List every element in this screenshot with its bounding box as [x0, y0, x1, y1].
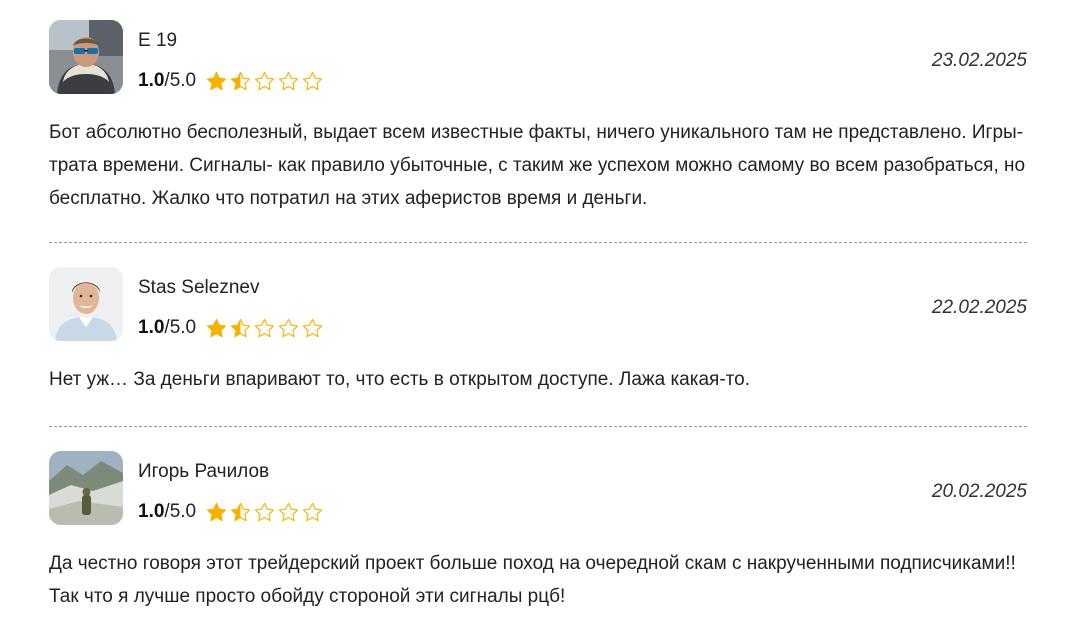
divider: [49, 426, 1027, 427]
review-author: E 19: [138, 30, 178, 51]
star-empty-icon: [278, 318, 299, 337]
rating-max: /5.0: [164, 501, 197, 522]
avatar-photo-icon: [49, 267, 123, 341]
rating-max: /5.0: [164, 70, 197, 91]
star-filled-icon: [206, 318, 227, 337]
star-empty-icon: [254, 318, 275, 337]
rating-score: 1.0: [138, 317, 165, 338]
review-text: Бот абсолютно бесполезный, выдает всем и…: [49, 122, 1026, 209]
rating-max: /5.0: [164, 317, 197, 338]
rating-stars: [205, 501, 324, 524]
star-half-icon: [230, 318, 251, 337]
rating-stars: [205, 70, 324, 93]
review-author: Stas Seleznev: [138, 277, 260, 298]
rating: 1.0 /5.0: [138, 500, 324, 524]
review-date: 22.02.2025: [931, 297, 1027, 318]
rating-stars: [205, 317, 324, 340]
avatar-photo-icon: [49, 20, 123, 94]
rating: 1.0 /5.0: [138, 69, 324, 93]
avatar[interactable]: [49, 451, 123, 525]
star-filled-icon: [206, 71, 227, 90]
review-text: Да честно говоря этот трейдерский проект…: [49, 553, 1016, 607]
avatar-photo-icon: [49, 451, 123, 525]
divider: [49, 242, 1027, 243]
star-empty-icon: [302, 71, 323, 90]
star-empty-icon: [302, 502, 323, 521]
avatar[interactable]: [49, 20, 123, 94]
star-filled-icon: [206, 502, 227, 521]
review-date: 20.02.2025: [931, 481, 1027, 502]
star-half-icon: [230, 71, 251, 90]
review-date: 23.02.2025: [931, 50, 1027, 71]
avatar[interactable]: [49, 267, 123, 341]
star-empty-icon: [302, 318, 323, 337]
star-half-icon: [230, 502, 251, 521]
reviews-list: E 19 1.0 /5.0 23.02.2025 Бот абсолютно б…: [0, 0, 1090, 623]
star-empty-icon: [254, 502, 275, 521]
star-empty-icon: [278, 71, 299, 90]
star-empty-icon: [278, 502, 299, 521]
rating-score: 1.0: [138, 70, 165, 91]
rating: 1.0 /5.0: [138, 316, 324, 340]
review-author: Игорь Рачилов: [138, 461, 270, 482]
review-text: Нет уж… За деньги впаривают то, что есть…: [49, 369, 750, 390]
star-empty-icon: [254, 71, 275, 90]
rating-score: 1.0: [138, 501, 165, 522]
